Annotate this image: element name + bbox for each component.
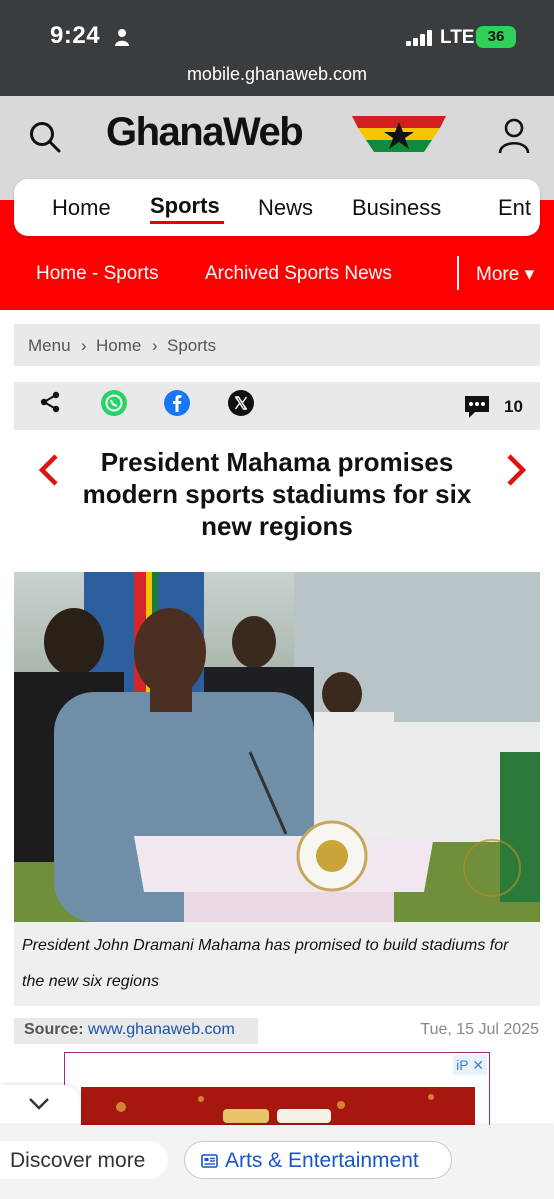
user-icon[interactable]	[498, 118, 530, 154]
status-time: 9:24	[50, 22, 101, 49]
article-headline: President Mahama promises modern sports …	[82, 447, 472, 541]
share-bar: 10	[14, 382, 540, 430]
discover-chip-label: Arts & Entertainment	[225, 1149, 419, 1172]
carrier-label: LTE	[440, 27, 475, 48]
news-icon	[201, 1154, 218, 1168]
nav-business[interactable]: Business	[352, 195, 441, 221]
subnav-home-sports[interactable]: Home - Sports	[36, 263, 158, 285]
collapse-tab[interactable]	[0, 1085, 80, 1125]
comment-icon[interactable]	[463, 394, 491, 420]
discover-more-label: Discover more	[0, 1141, 168, 1179]
subnav-more[interactable]: More ▾	[476, 263, 534, 286]
ad-choices-badge[interactable]: iP ✕	[453, 1055, 487, 1075]
ghana-flag-icon	[352, 116, 446, 152]
breadcrumb-separator: ›	[152, 336, 158, 355]
main-nav: Home Sports News Business Ent	[14, 179, 540, 236]
discover-bar: Discover more Arts & Entertainment	[0, 1125, 554, 1199]
facebook-icon[interactable]	[163, 389, 191, 417]
article-photo	[14, 572, 540, 922]
battery-icon: 36	[476, 26, 516, 48]
breadcrumb-separator: ›	[81, 336, 87, 355]
logo-text: GhanaWeb	[106, 110, 304, 154]
search-icon[interactable]	[28, 120, 62, 154]
battery-level: 36	[487, 28, 505, 45]
whatsapp-icon[interactable]	[100, 389, 128, 417]
status-bar: 9:24 LTE 36 mobile.ghanaweb.com	[0, 0, 554, 96]
subnav-divider	[457, 256, 459, 290]
share-icon[interactable]	[38, 390, 62, 414]
article-source: Source: www.ghanaweb.com	[14, 1018, 258, 1044]
next-article-icon[interactable]	[505, 452, 529, 488]
nav-active-indicator	[150, 221, 224, 224]
president-at-podium-image	[14, 572, 540, 922]
previous-article-icon[interactable]	[36, 452, 60, 488]
article-date: Tue, 15 Jul 2025	[420, 1021, 539, 1038]
breadcrumb-home[interactable]: Home	[96, 336, 141, 356]
breadcrumb: Menu › Home › Sports	[14, 324, 540, 366]
breadcrumb-menu[interactable]: Menu	[28, 336, 71, 356]
x-twitter-icon[interactable]	[227, 389, 255, 417]
comment-count[interactable]: 10	[504, 397, 523, 417]
source-label: Source:	[24, 1021, 84, 1038]
ghanaweb-logo[interactable]: GhanaWeb	[106, 110, 446, 166]
nav-entertainment[interactable]: Ent	[498, 195, 531, 221]
nav-news[interactable]: News	[258, 195, 313, 221]
discover-chip-arts-entertainment[interactable]: Arts & Entertainment	[184, 1141, 452, 1179]
subnav-archived-sports-news[interactable]: Archived Sports News	[205, 263, 392, 285]
url-bar[interactable]: mobile.ghanaweb.com	[0, 64, 554, 85]
person-icon	[115, 29, 129, 46]
chevron-down-icon[interactable]	[28, 1097, 50, 1111]
nav-sports[interactable]: Sports	[150, 193, 220, 219]
signal-icon	[406, 30, 432, 46]
source-link[interactable]: www.ghanaweb.com	[88, 1021, 235, 1038]
breadcrumb-sports[interactable]: Sports	[167, 336, 216, 356]
photo-caption: President John Dramani Mahama has promis…	[14, 922, 540, 1006]
nav-home[interactable]: Home	[52, 195, 111, 221]
